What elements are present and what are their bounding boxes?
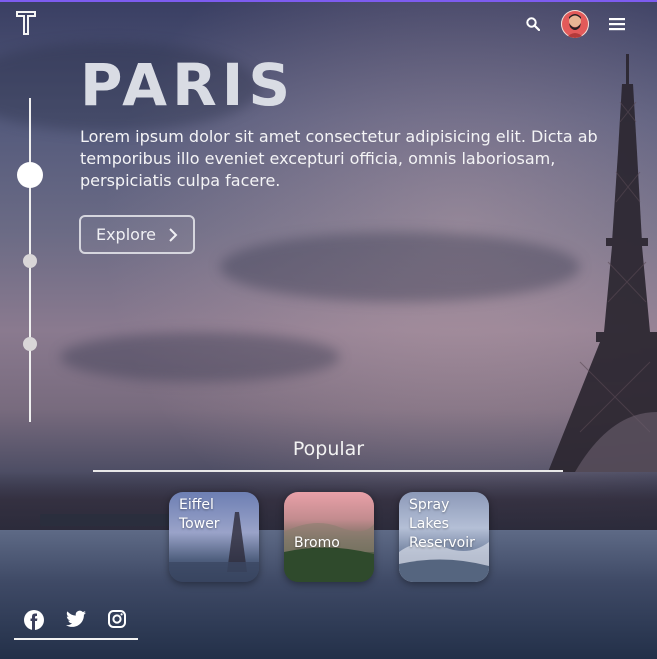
twitter-icon[interactable] <box>66 610 86 634</box>
explore-button[interactable]: Explore <box>79 215 195 254</box>
t-logo-icon[interactable] <box>15 10 37 40</box>
popular-card-eiffel-tower[interactable]: Eiffel Tower <box>169 492 259 582</box>
card-label: Bromo <box>294 535 340 551</box>
cloud-decoration <box>220 232 580 302</box>
popular-card-bromo[interactable]: Bromo <box>284 492 374 582</box>
avatar[interactable] <box>561 10 589 38</box>
social-underline <box>14 638 138 640</box>
cloud-decoration <box>60 332 340 382</box>
hero-page: PARIS Lorem ipsum dolor sit amet consect… <box>0 0 657 659</box>
social-links <box>24 610 126 634</box>
slide-dot[interactable] <box>23 254 37 268</box>
instagram-icon[interactable] <box>108 610 126 634</box>
card-label: Eiffel Tower <box>179 497 220 532</box>
chevron-right-icon <box>169 227 178 242</box>
popular-divider <box>93 470 563 472</box>
hero-title: PARIS <box>80 51 296 119</box>
header-actions <box>521 10 629 38</box>
slide-dot-active[interactable] <box>17 162 43 188</box>
search-icon[interactable] <box>521 12 545 36</box>
card-label: Spray Lakes Reservoir <box>409 497 475 551</box>
hero-description: Lorem ipsum dolor sit amet consectetur a… <box>80 127 598 190</box>
popular-heading: Popular <box>292 438 365 460</box>
hamburger-menu-icon[interactable] <box>605 12 629 36</box>
popular-card-spray-lakes-reservoir[interactable]: Spray Lakes Reservoir <box>399 492 489 582</box>
slide-dot[interactable] <box>23 337 37 351</box>
explore-button-label: Explore <box>95 225 157 244</box>
facebook-icon[interactable] <box>24 610 44 634</box>
